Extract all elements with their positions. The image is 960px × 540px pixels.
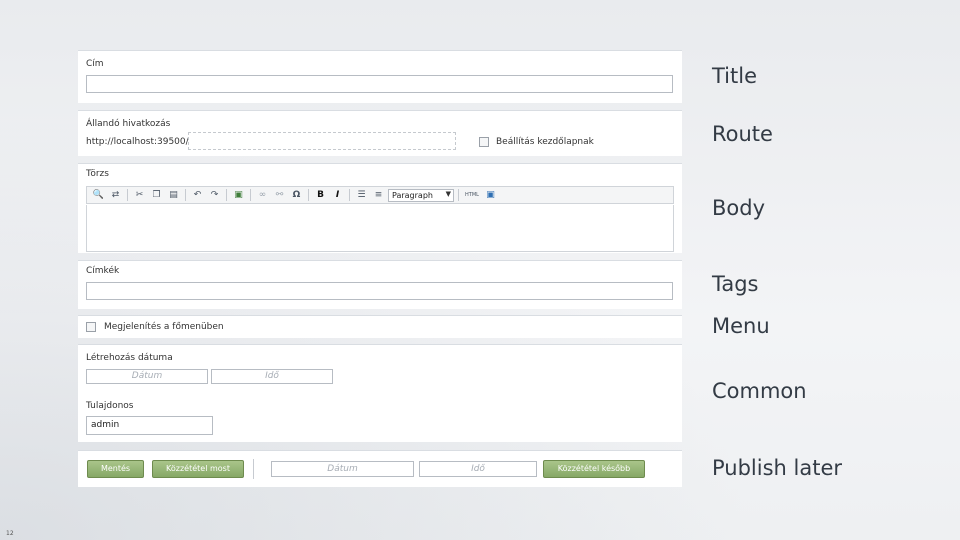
- created-time-input[interactable]: Idő: [211, 369, 333, 384]
- main-menu-checkbox[interactable]: [86, 322, 96, 332]
- toolbar-divider: [308, 189, 309, 201]
- ordered-list-icon[interactable]: ☰: [354, 188, 369, 202]
- page-number: 12: [6, 530, 14, 537]
- bold-icon[interactable]: B: [313, 188, 328, 202]
- created-date-input[interactable]: Dátum: [86, 369, 208, 384]
- undo-icon[interactable]: ↶: [190, 188, 205, 202]
- publish-date-input[interactable]: Dátum: [271, 461, 414, 477]
- title-panel: Cím: [78, 50, 682, 103]
- side-label-body: Body: [712, 196, 766, 220]
- body-label: Törzs: [86, 169, 109, 179]
- side-label-publish-later: Publish later: [712, 456, 843, 480]
- media-icon[interactable]: ▣: [483, 188, 498, 202]
- side-label-common: Common: [712, 379, 807, 403]
- tags-input[interactable]: [86, 282, 673, 300]
- side-label-title: Title: [712, 64, 758, 88]
- paste-icon[interactable]: ▤: [166, 188, 181, 202]
- toolbar-divider: [349, 189, 350, 201]
- title-label: Cím: [86, 59, 104, 69]
- omega-icon[interactable]: Ω: [289, 188, 304, 202]
- route-label: Állandó hivatkozás: [86, 119, 171, 129]
- format-select-value: Paragraph: [392, 190, 433, 200]
- menu-panel: Megjelenítés a főmenüben: [78, 315, 682, 338]
- publish-time-input[interactable]: Idő: [419, 461, 537, 477]
- replace-icon[interactable]: ⇄: [108, 188, 123, 202]
- publish-divider: [253, 459, 254, 479]
- homepage-label: Beállítás kezdőlapnak: [496, 137, 594, 147]
- italic-icon[interactable]: I: [330, 188, 345, 202]
- save-button[interactable]: Mentés: [87, 460, 144, 478]
- bullet-list-icon[interactable]: ≡: [371, 188, 386, 202]
- unlink-icon[interactable]: ⚯: [272, 188, 287, 202]
- route-panel: Állandó hivatkozás http://localhost:3950…: [78, 110, 682, 156]
- toolbar-divider: [250, 189, 251, 201]
- side-label-tags: Tags: [712, 272, 759, 296]
- toolbar-divider: [458, 189, 459, 201]
- route-prefix: http://localhost:39500/: [86, 137, 189, 147]
- find-icon[interactable]: 🔍: [91, 188, 106, 202]
- publish-now-button[interactable]: Közzététel most: [152, 460, 244, 478]
- side-label-menu: Menu: [712, 314, 770, 338]
- toolbar-divider: [185, 189, 186, 201]
- image-icon[interactable]: ▣: [231, 188, 246, 202]
- chevron-down-icon: ▼: [445, 189, 451, 198]
- homepage-checkbox[interactable]: [479, 137, 489, 147]
- publish-later-button[interactable]: Közzététel később: [543, 460, 645, 478]
- redo-icon[interactable]: ↷: [207, 188, 222, 202]
- body-panel: Törzs 🔍 ⇄ ✂ ❐ ▤ ↶ ↷ ▣ ∞ ⚯ Ω B I ☰ ≡ Para…: [78, 163, 682, 253]
- common-panel: Létrehozás dátuma Dátum Idő Tulajdonos a…: [78, 344, 682, 442]
- html-icon[interactable]: HTML: [463, 188, 481, 202]
- toolbar-divider: [127, 189, 128, 201]
- link-icon[interactable]: ∞: [255, 188, 270, 202]
- title-input[interactable]: [86, 75, 673, 93]
- side-label-route: Route: [712, 122, 773, 146]
- owner-label: Tulajdonos: [86, 401, 134, 411]
- toolbar-divider: [226, 189, 227, 201]
- publish-panel: Mentés Közzététel most Dátum Idő Közzété…: [78, 450, 682, 487]
- format-select[interactable]: Paragraph ▼: [388, 188, 454, 202]
- route-input[interactable]: [188, 132, 456, 150]
- body-editor[interactable]: [86, 205, 674, 252]
- copy-icon[interactable]: ❐: [149, 188, 164, 202]
- owner-input[interactable]: admin: [86, 416, 213, 435]
- tags-label: Címkék: [86, 266, 120, 276]
- main-menu-label: Megjelenítés a főmenüben: [104, 322, 224, 332]
- cut-icon[interactable]: ✂: [132, 188, 147, 202]
- created-date-label: Létrehozás dátuma: [86, 353, 173, 363]
- tags-panel: Címkék: [78, 260, 682, 309]
- editor-toolbar: 🔍 ⇄ ✂ ❐ ▤ ↶ ↷ ▣ ∞ ⚯ Ω B I ☰ ≡ Paragraph …: [86, 186, 674, 204]
